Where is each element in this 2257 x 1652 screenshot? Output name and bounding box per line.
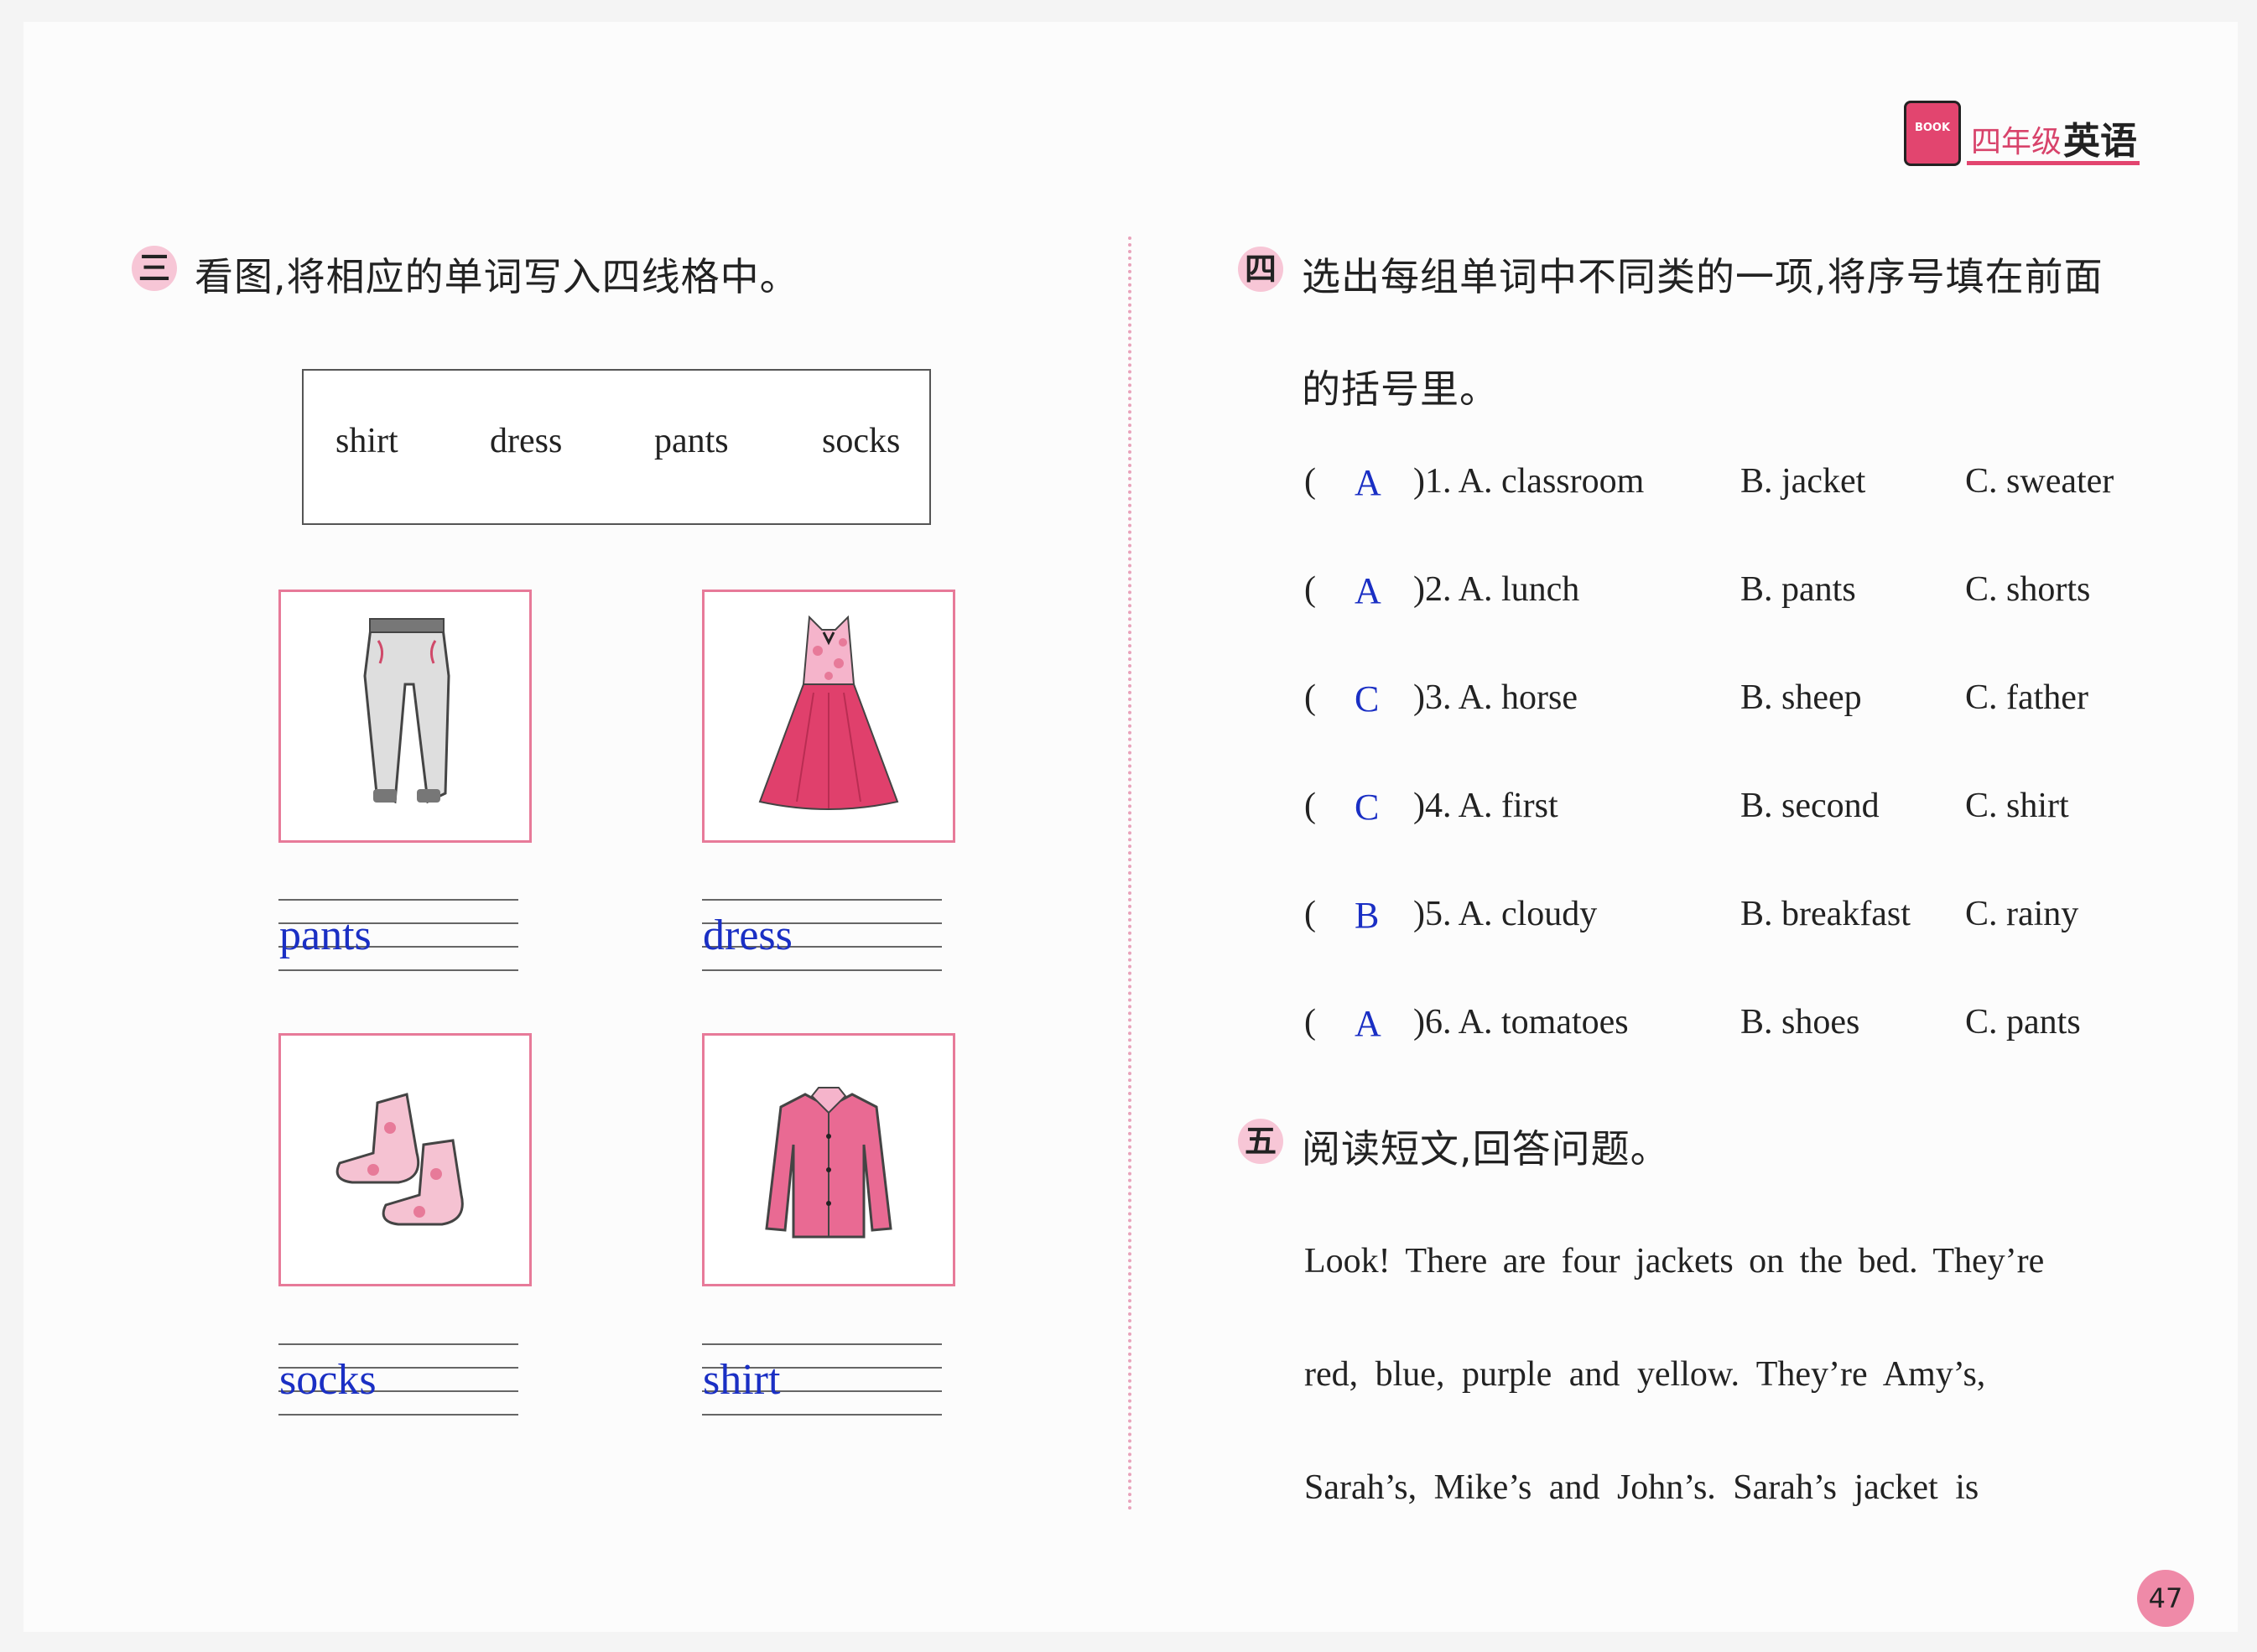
section4-instruction-cont: 的括号里。 <box>1302 366 1499 412</box>
book-logo-icon: BOOK <box>1904 101 1961 166</box>
passage-line: red, blue, purple and yellow. They’re Am… <box>1304 1355 1986 1394</box>
question-option-b: B. second <box>1740 787 1880 825</box>
passage-line: Look! There are four jackets on the bed.… <box>1304 1242 2045 1281</box>
section4-instruction: 选出每组单词中不同类的一项,将序号填在前面 <box>1302 254 2104 299</box>
answer-socks: socks <box>279 1356 377 1404</box>
dress-icon <box>758 615 899 810</box>
question-option-b: B. shoes <box>1740 1003 1860 1042</box>
question-answer: C <box>1355 787 1380 828</box>
word-bank-item: shirt <box>335 422 398 460</box>
section5-badge: 五 <box>1238 1119 1283 1164</box>
page-number: 47 <box>2137 1570 2194 1627</box>
subject-label: 英语 <box>2063 120 2137 163</box>
question-option-b: B. breakfast <box>1740 895 1911 933</box>
pants-picture <box>278 590 532 843</box>
pants-icon <box>363 618 450 804</box>
answer-pants: pants <box>279 912 372 959</box>
word-bank-item: socks <box>822 422 901 460</box>
question-answer: A <box>1355 462 1381 503</box>
word-bank-item: dress <box>490 422 563 460</box>
question-answer: A <box>1355 1003 1381 1044</box>
question-option-c: C. shorts <box>1965 570 2091 609</box>
question-option-c: C. sweater <box>1965 462 2114 501</box>
question-option-c: C. father <box>1965 678 2088 717</box>
grade-label: 四年级 <box>1971 125 2062 159</box>
column-divider <box>1128 236 1131 1511</box>
question-option-a: )5. A. cloudy <box>1413 895 1598 933</box>
question-option-b: B. jacket <box>1740 462 1866 501</box>
shirt-picture <box>702 1033 955 1286</box>
socks-picture <box>278 1033 532 1286</box>
question-option-b: B. sheep <box>1740 678 1862 717</box>
section4-badge: 四 <box>1238 247 1283 292</box>
question-answer: C <box>1355 678 1380 720</box>
answer-dress: dress <box>703 912 793 959</box>
header-underline <box>1967 161 2140 165</box>
question-option-c: C. shirt <box>1965 787 2069 825</box>
question-option-a: )2. A. lunch <box>1413 570 1580 609</box>
question-option-c: C. rainy <box>1965 895 2079 933</box>
question-option-b: B. pants <box>1740 570 1856 609</box>
passage-line: Sarah’s, Mike’s and John’s. Sarah’s jack… <box>1304 1468 1979 1507</box>
question-option-a: )4. A. first <box>1413 787 1558 825</box>
question-option-a: )3. A. horse <box>1413 678 1578 717</box>
word-bank-item: pants <box>654 422 729 460</box>
question-answer: B <box>1355 895 1380 936</box>
section3-instruction: 看图,将相应的单词写入四线格中。 <box>195 254 799 299</box>
socks-icon <box>335 1093 464 1226</box>
question-answer: A <box>1355 570 1381 611</box>
question-option-c: C. pants <box>1965 1003 2081 1042</box>
answer-shirt: shirt <box>703 1356 781 1404</box>
question-option-a: )6. A. tomatoes <box>1413 1003 1629 1042</box>
question-option-a: )1. A. classroom <box>1413 462 1645 501</box>
section3-badge: 三 <box>132 246 177 291</box>
section5-instruction: 阅读短文,回答问题。 <box>1302 1126 1670 1171</box>
shirt-icon <box>765 1087 892 1239</box>
dress-picture <box>702 590 955 843</box>
word-bank: shirt dress pants socks <box>302 369 931 525</box>
